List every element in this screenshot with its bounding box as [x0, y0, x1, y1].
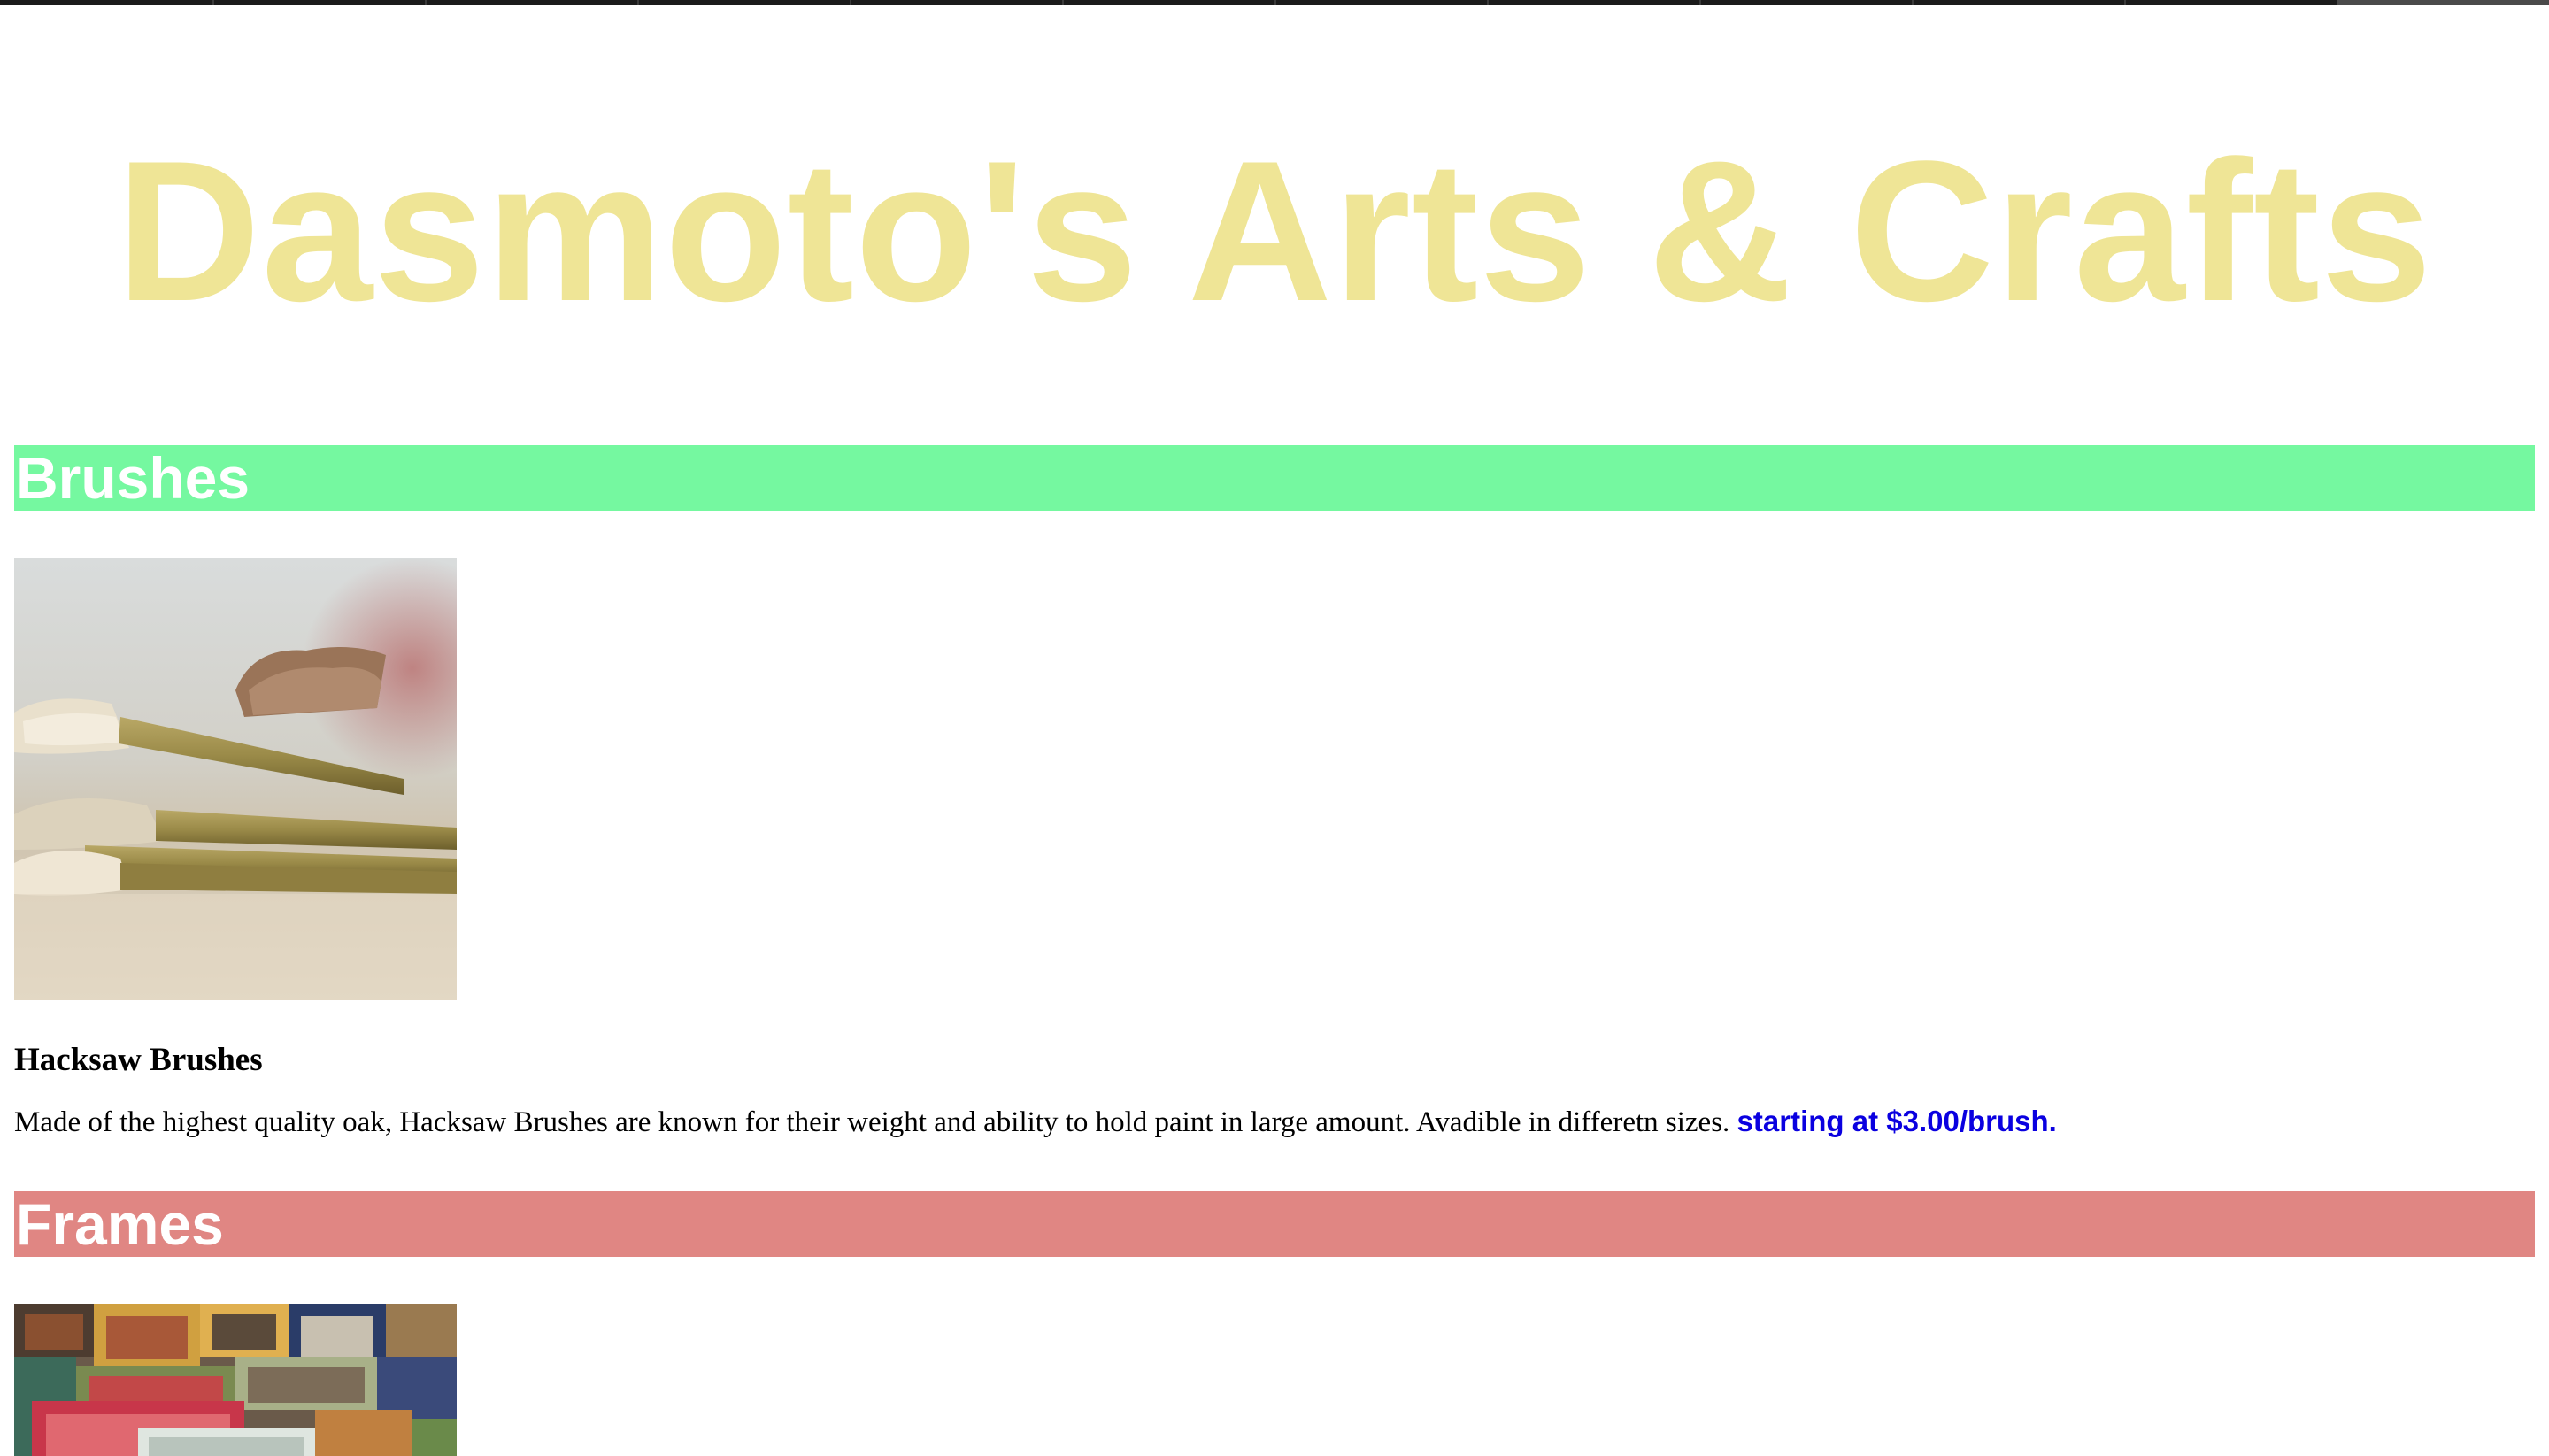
top-strip: [0, 0, 2549, 5]
product-name: Hacksaw Brushes: [14, 1042, 263, 1078]
strip-divider: [1274, 0, 1276, 5]
strip-divider: [850, 0, 851, 5]
strip-divider: [425, 0, 427, 5]
strip-divider: [1912, 0, 1914, 5]
strip-divider: [212, 0, 214, 5]
section-heading-brushes: Brushes: [14, 445, 2535, 511]
strip-divider: [1062, 0, 1064, 5]
strip-divider: [1487, 0, 1489, 5]
brushes-image: [14, 558, 457, 1000]
strip-divider: [1699, 0, 1701, 5]
strip-end: [2337, 0, 2549, 5]
strip-divider: [2124, 0, 2126, 5]
section-heading-frames: Frames: [14, 1191, 2535, 1257]
site-title: Dasmoto's Arts & Crafts: [116, 119, 2433, 343]
product-price: starting at $3.00/brush.: [1737, 1105, 2057, 1137]
product-description-text: Made of the highest quality oak, Hacksaw…: [14, 1106, 1730, 1138]
frames-image: [14, 1304, 457, 1456]
strip-divider: [637, 0, 639, 5]
product-description: Made of the highest quality oak, Hacksaw…: [14, 1105, 2057, 1139]
